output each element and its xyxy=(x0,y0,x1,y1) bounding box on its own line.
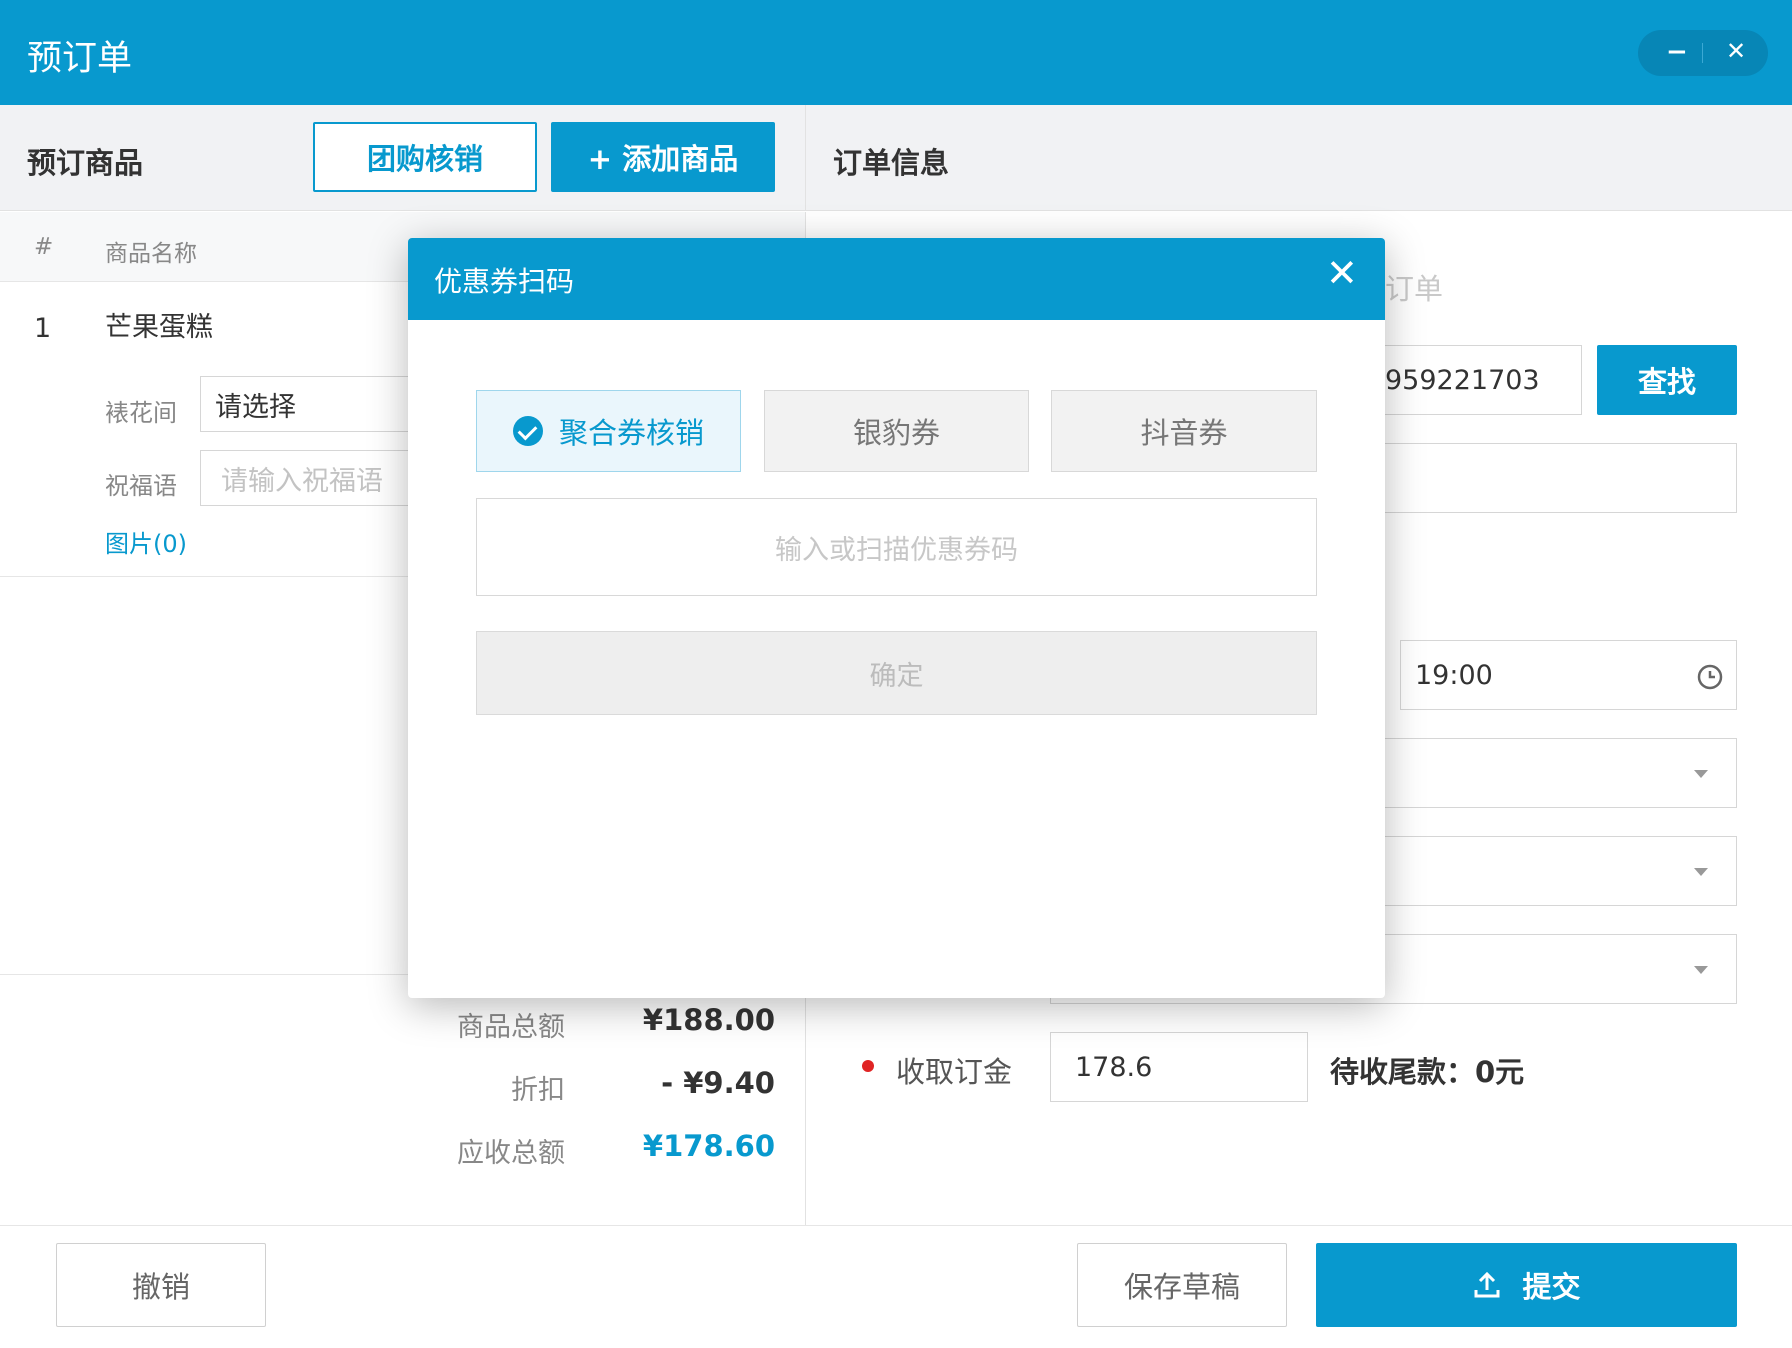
pickup-time-input[interactable]: 19:00 xyxy=(1400,640,1737,710)
row-index: 1 xyxy=(34,313,52,344)
coupon-scan-dialog: 优惠券扫码 ✕ 聚合券核销 银豹券 抖音券 输入或扫描优惠券码 确定 xyxy=(408,238,1385,998)
chevron-down-icon xyxy=(1694,966,1708,974)
images-link[interactable]: 图片(0) xyxy=(105,524,187,559)
product-name: 芒果蛋糕 xyxy=(105,312,213,343)
save-draft-button[interactable]: 保存草稿 xyxy=(1077,1243,1287,1327)
window-controls-divider xyxy=(1702,43,1703,63)
deposit-input[interactable]: 178.6 xyxy=(1050,1032,1308,1102)
flower-room-label: 裱花间 xyxy=(105,399,177,427)
receivable-value: ¥178.60 xyxy=(642,1129,775,1163)
dialog-close-button[interactable]: ✕ xyxy=(1326,254,1358,292)
clock-icon xyxy=(1697,664,1723,690)
subtotal-label: 商品总额 xyxy=(457,1012,565,1043)
chevron-down-icon xyxy=(1694,868,1708,876)
flower-room-select[interactable]: 请选择 xyxy=(200,376,420,432)
order-info-header xyxy=(805,105,1792,211)
subtotal-value: ¥188.00 xyxy=(642,1003,775,1037)
balance-due-text: 待收尾款：0元 xyxy=(1330,1055,1525,1089)
submit-label: 提交 xyxy=(1522,1270,1581,1304)
order-type-label: 订单 xyxy=(1385,272,1444,306)
phone-input[interactable]: 959221703 xyxy=(1380,345,1582,415)
blessing-input[interactable]: 请输入祝福语 xyxy=(200,450,420,506)
footer-divider xyxy=(0,1225,1792,1226)
window-title: 预订单 xyxy=(27,39,133,79)
discount-label: 折扣 xyxy=(511,1075,565,1106)
upload-icon xyxy=(1474,1271,1500,1298)
pickup-time-value: 19:00 xyxy=(1415,659,1493,691)
coupon-code-input[interactable]: 输入或扫描优惠券码 xyxy=(476,498,1317,596)
column-index: # xyxy=(34,234,54,260)
blessing-label: 祝福语 xyxy=(105,472,177,500)
cancel-button[interactable]: 撤销 xyxy=(56,1243,266,1327)
confirm-button[interactable]: 确定 xyxy=(476,631,1317,715)
check-circle-icon xyxy=(512,416,543,446)
products-section-title: 预订商品 xyxy=(27,146,144,180)
customer-field[interactable] xyxy=(1380,443,1737,513)
dialog-title: 优惠券扫码 xyxy=(434,265,575,298)
receivable-label: 应收总额 xyxy=(457,1138,565,1169)
close-window-button[interactable]: ✕ xyxy=(1726,37,1746,65)
discount-value: - ¥9.40 xyxy=(661,1066,775,1100)
tab-douyin-coupon[interactable]: 抖音券 xyxy=(1051,390,1317,472)
tab-aggregate-coupon[interactable]: 聚合券核销 xyxy=(476,390,741,472)
select-field-1[interactable] xyxy=(1380,738,1737,808)
required-dot xyxy=(862,1060,874,1072)
select-field-2[interactable] xyxy=(1380,836,1737,906)
order-info-section-title: 订单信息 xyxy=(833,146,950,180)
group-buy-verify-button[interactable]: 团购核销 xyxy=(313,122,537,192)
deposit-label: 收取订金 xyxy=(896,1055,1013,1089)
window-controls: − ✕ xyxy=(1638,30,1768,76)
submit-button[interactable]: 提交 xyxy=(1316,1243,1737,1327)
column-product-name: 商品名称 xyxy=(105,241,197,267)
chevron-down-icon xyxy=(1694,770,1708,778)
add-product-button[interactable]: + 添加商品 xyxy=(551,122,775,192)
search-button[interactable]: 查找 xyxy=(1597,345,1737,415)
tab-label: 聚合券核销 xyxy=(558,416,704,450)
minimize-button[interactable]: − xyxy=(1666,37,1688,67)
title-bar xyxy=(0,0,1792,105)
tab-yinbao-coupon[interactable]: 银豹券 xyxy=(764,390,1029,472)
